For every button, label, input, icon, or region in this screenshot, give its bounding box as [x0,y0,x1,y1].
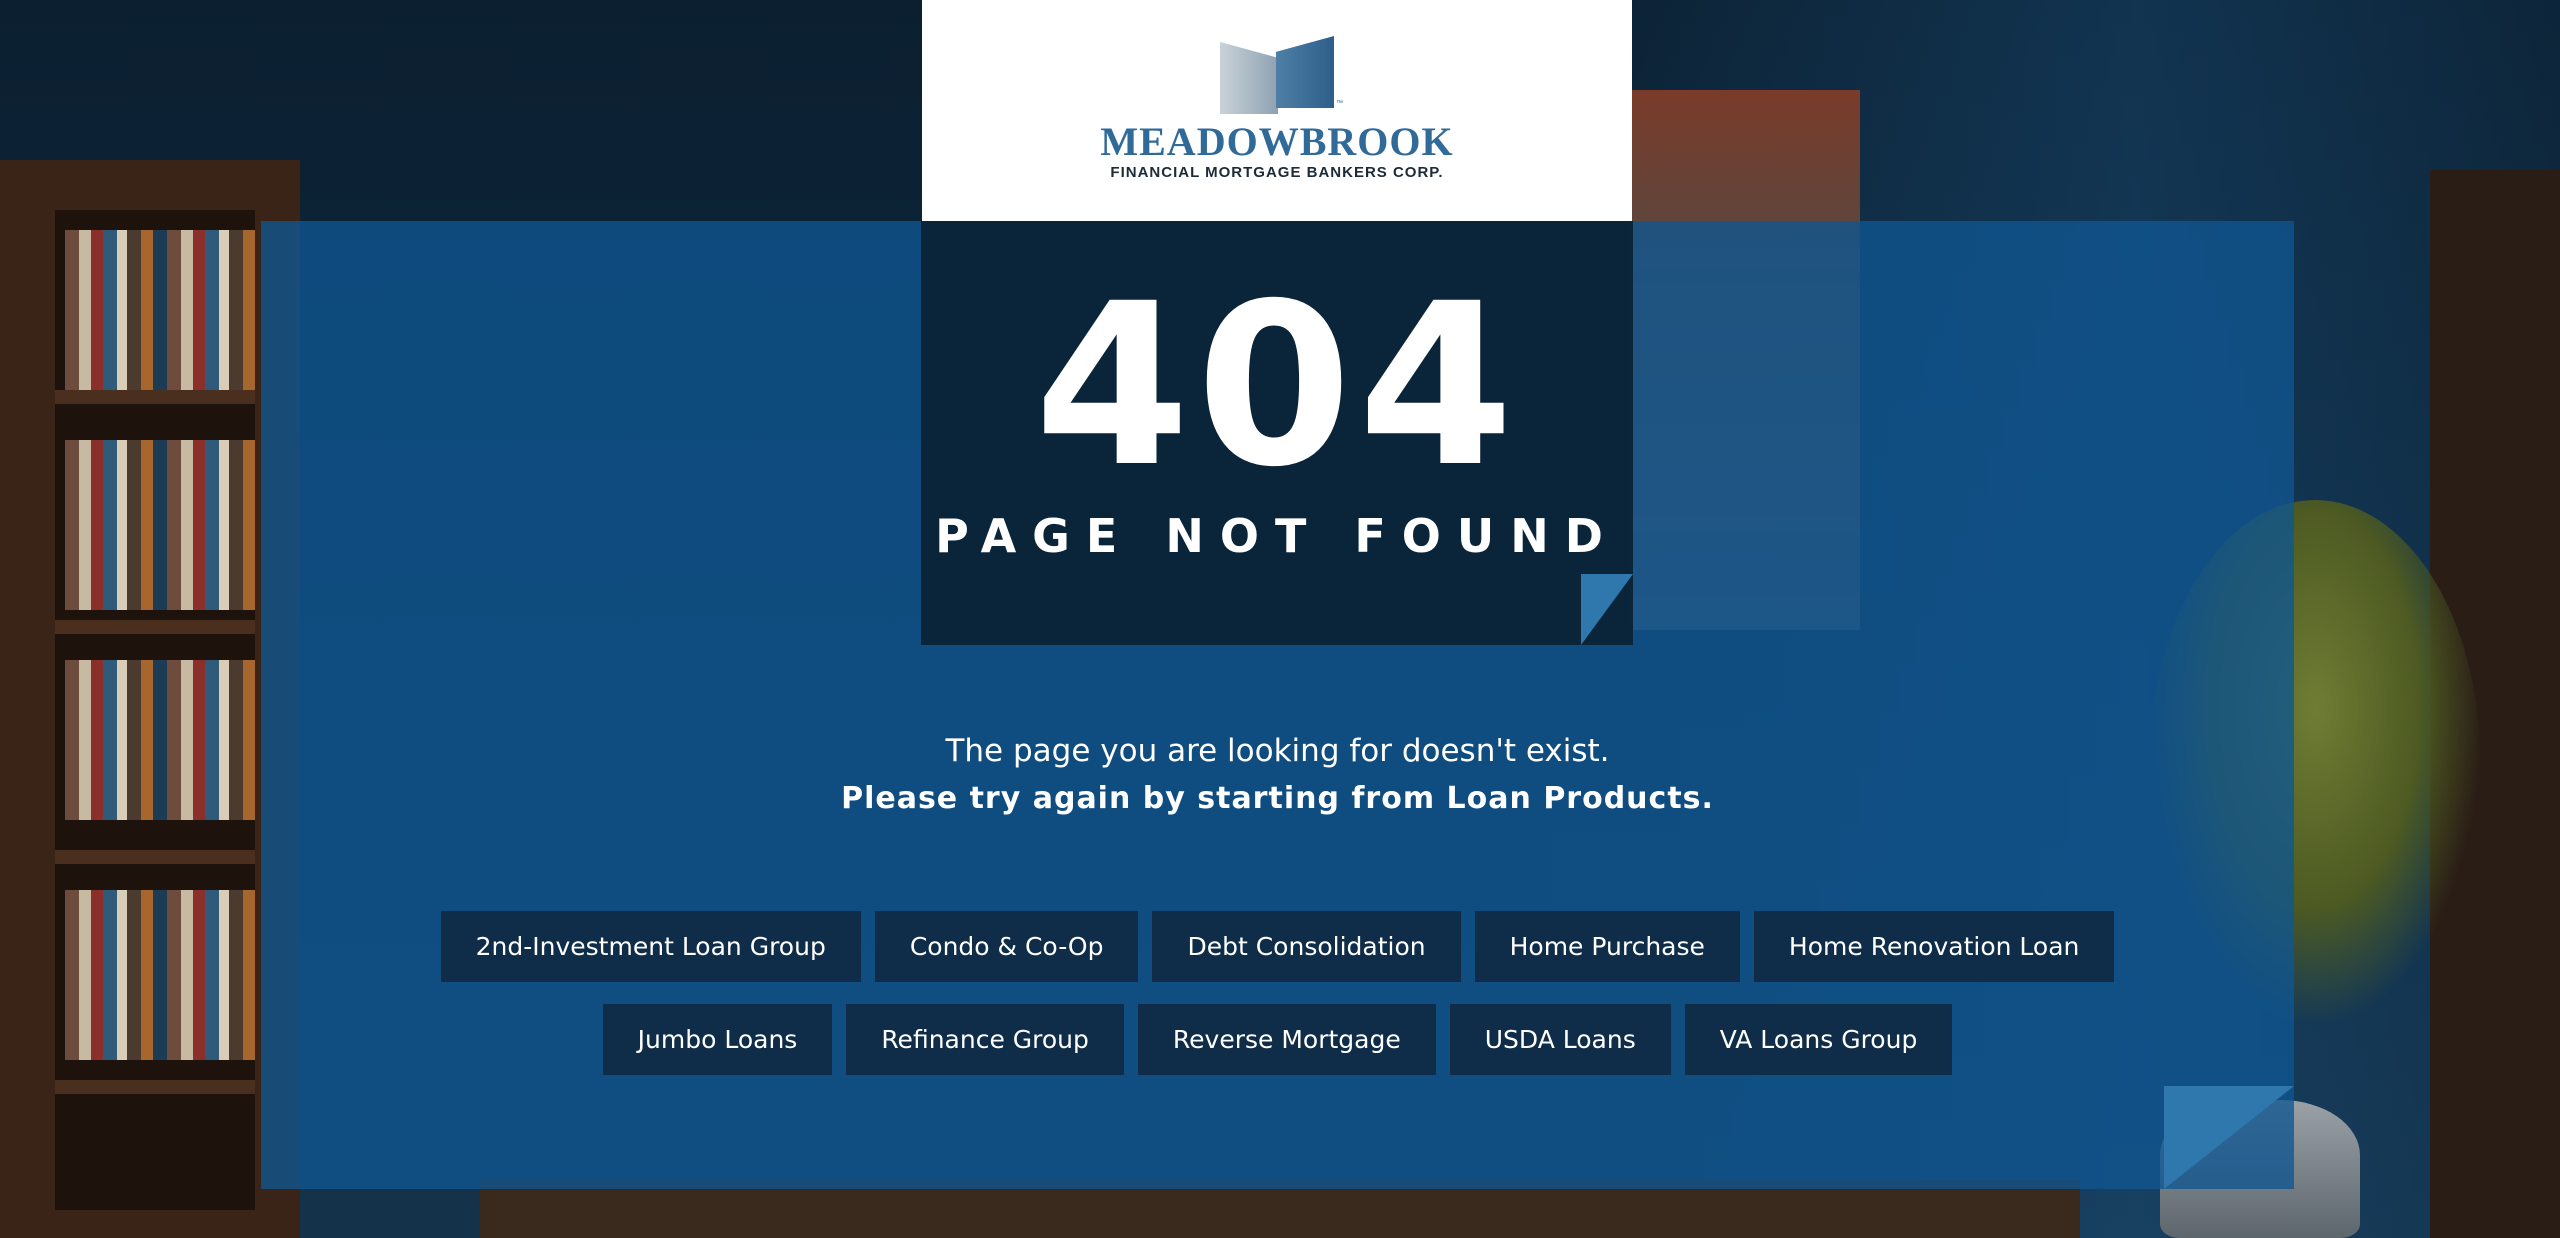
shelf-board [55,850,255,864]
books-row [65,440,255,610]
loan-products-row: Jumbo Loans Refinance Group Reverse Mort… [261,1004,2294,1075]
books-row [65,890,255,1060]
logo-wing-right [1276,36,1334,108]
loan-product-button[interactable]: Reverse Mortgage [1137,1004,1436,1075]
loan-product-button[interactable]: Home Purchase [1474,911,1740,982]
loan-product-button[interactable]: VA Loans Group [1684,1004,1953,1075]
loan-product-button[interactable]: Debt Consolidation [1152,911,1461,982]
background-bookshelf [0,160,300,1238]
loan-product-button[interactable]: Refinance Group [846,1004,1124,1075]
logo-wing-left [1220,42,1278,114]
logo-wordmark: MEADOWBROOK [1100,119,1454,164]
loan-products-row: 2nd-Investment Loan Group Condo & Co-Op … [261,911,2294,982]
shelf-board [55,1080,255,1094]
meadowbrook-m-icon: ™ [1218,36,1343,116]
error-code: 404 [1034,255,1520,516]
error-box: 404 PAGE NOT FOUND [921,221,1633,645]
error-title: PAGE NOT FOUND [935,509,1619,563]
loan-product-button[interactable]: USDA Loans [1449,1004,1671,1075]
loan-product-button[interactable]: Condo & Co-Op [874,911,1139,982]
loan-product-button[interactable]: Jumbo Loans [602,1004,833,1075]
books-row [65,230,255,390]
error-message-line: The page you are looking for doesn't exi… [945,733,1610,769]
error-instruction-line: Please try again by starting from Loan P… [841,781,1714,816]
shelf-board [55,390,255,404]
error-message: The page you are looking for doesn't exi… [261,727,2294,823]
loan-product-button[interactable]: Home Renovation Loan [1753,911,2115,982]
loan-product-button[interactable]: 2nd-Investment Loan Group [440,911,861,982]
shelf-board [55,620,255,634]
logo-tagline: FINANCIAL MORTGAGE BANKERS CORP. [1110,164,1444,181]
site-logo[interactable]: ™ MEADOWBROOK FINANCIAL MORTGAGE BANKERS… [922,0,1632,221]
trademark-symbol: ™ [1336,100,1343,107]
books-row [65,660,255,820]
